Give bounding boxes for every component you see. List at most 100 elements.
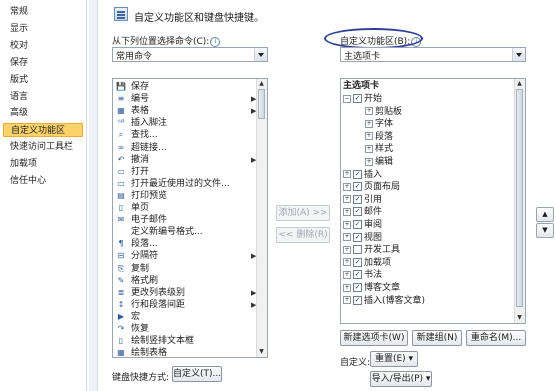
scroll-down-icon[interactable]: ▼	[258, 348, 265, 356]
expand-icon[interactable]: +	[365, 107, 373, 116]
expand-icon[interactable]: +	[343, 245, 351, 254]
expand-icon[interactable]: +	[343, 296, 351, 305]
expand-icon[interactable]: +	[343, 170, 351, 179]
commands-scrollbar[interactable]: ▲ ▼	[256, 79, 267, 357]
nav-item[interactable]: 保存	[10, 56, 28, 70]
reset-button[interactable]: 重置(E) ▾	[370, 351, 418, 367]
nav-item[interactable]: 快速访问工具栏	[10, 140, 73, 154]
tab-checkbox[interactable]: ✓	[353, 194, 362, 204]
nav-item[interactable]: 语言	[10, 90, 28, 104]
tree-item[interactable]: + ✓ 书法	[343, 269, 382, 281]
ribbon-tree-scrollbar[interactable]: ▲ ▼	[514, 79, 525, 323]
tab-checkbox[interactable]: ✓	[353, 207, 362, 217]
command-item[interactable]: ↷ 恢复	[113, 323, 257, 335]
tab-checkbox[interactable]: ✓	[353, 182, 362, 192]
command-item[interactable]: ⌕ 查找...	[113, 129, 257, 141]
command-item[interactable]: ✎ 格式刷	[113, 275, 257, 287]
tree-item[interactable]: + ✓ 页面布局	[343, 181, 400, 193]
command-item[interactable]: ▦ 表格 ▶	[113, 105, 257, 117]
tree-item[interactable]: + 段落	[365, 131, 393, 143]
tab-checkbox[interactable]: ✓	[353, 270, 362, 280]
info-icon[interactable]: i	[210, 36, 221, 47]
nav-item[interactable]: 高级	[10, 106, 28, 120]
nav-item[interactable]: 显示	[10, 22, 28, 36]
command-item[interactable]: ≡ 编号 ▶	[113, 93, 257, 105]
command-item[interactable]: ▤ 打印预览	[113, 190, 257, 202]
tab-checkbox[interactable]: ✓	[353, 295, 362, 305]
expand-icon[interactable]: +	[343, 270, 351, 279]
tab-checkbox[interactable]	[353, 245, 362, 255]
tree-item[interactable]: + ✓ 引用	[343, 194, 382, 206]
expand-icon[interactable]: +	[343, 283, 351, 292]
command-item[interactable]: ¶ 段落...	[113, 238, 257, 250]
tree-item[interactable]: + 编辑	[365, 156, 393, 168]
nav-item[interactable]: 信任中心	[10, 174, 46, 188]
command-item[interactable]: ⊟ 分隔符 ▶	[113, 250, 257, 262]
collapse-icon[interactable]: −	[343, 94, 351, 103]
expand-icon[interactable]: +	[365, 157, 373, 166]
tab-checkbox[interactable]: ✓	[353, 94, 362, 103]
scroll-thumb[interactable]	[516, 89, 523, 307]
command-item[interactable]: ↶ 撤消 ▶	[113, 154, 257, 166]
tree-item[interactable]: + ✓ 插入	[343, 169, 382, 181]
expand-icon[interactable]: +	[343, 207, 351, 216]
command-item[interactable]: ▭ 打开	[113, 166, 257, 178]
expand-icon[interactable]: +	[343, 195, 351, 204]
tree-item[interactable]: + ✓ 加载项	[343, 257, 391, 269]
new-group-button[interactable]: 新建组(N)	[412, 330, 462, 346]
customize-ribbon-dropdown[interactable]: 主选项卡	[340, 47, 526, 62]
command-item[interactable]: ✉ 电子邮件	[113, 214, 257, 226]
choose-commands-dropdown[interactable]: 常用命令	[112, 47, 268, 62]
customize-shortcuts-button[interactable]: 自定义(T)...	[172, 366, 222, 382]
command-item[interactable]: 💾 保存	[113, 81, 257, 93]
scroll-down-icon[interactable]: ▼	[516, 314, 523, 322]
nav-item[interactable]: 校对	[10, 39, 28, 53]
nav-item[interactable]: 版式	[10, 73, 28, 87]
remove-button[interactable]: << 删除(R)	[276, 227, 330, 243]
expand-icon[interactable]: +	[365, 144, 373, 153]
tab-checkbox[interactable]: ✓	[353, 232, 362, 242]
command-item[interactable]: ⎘ 复制	[113, 263, 257, 275]
tab-checkbox[interactable]: ✓	[353, 283, 362, 292]
scroll-thumb[interactable]	[258, 89, 265, 119]
command-item[interactable]: ▦ 绘制表格	[113, 347, 257, 357]
tab-checkbox[interactable]: ✓	[353, 220, 362, 229]
tree-item[interactable]: − ✓ 开始	[343, 93, 382, 105]
command-item[interactable]: ↕ 行和段落间距 ▶	[113, 299, 257, 311]
import-export-button[interactable]: 导入/导出(P) ▾	[370, 371, 432, 387]
command-item[interactable]: ▭ 打开最近使用过的文件...	[113, 178, 257, 190]
expand-icon[interactable]: +	[343, 220, 351, 229]
scroll-up-icon[interactable]: ▲	[516, 80, 523, 88]
ribbon-tree[interactable]: 主选项卡 ▲ ▼ − ✓ 开始 + 剪贴板 + 字体 + 段落 + 样式 + 编辑 + ✓ 插入 + ✓ 页面布局 +…	[340, 78, 526, 324]
tree-item[interactable]: + ✓ 审阅	[343, 219, 382, 231]
nav-item[interactable]: 常规	[10, 5, 28, 19]
tree-item[interactable]: + 样式	[365, 143, 393, 155]
expand-icon[interactable]: +	[343, 182, 351, 191]
tab-checkbox[interactable]: ✓	[353, 169, 362, 179]
command-item[interactable]: ∞ 超链接...	[113, 142, 257, 154]
command-item[interactable]: ▯ 单页	[113, 202, 257, 214]
command-item[interactable]: ᴬᴮ 插入脚注	[113, 117, 257, 129]
command-item[interactable]: ▯ 绘制竖排文本框	[113, 335, 257, 347]
new-tab-button[interactable]: 新建选项卡(W)	[340, 330, 408, 346]
expand-icon[interactable]: +	[343, 233, 351, 242]
tree-item[interactable]: + 开发工具	[343, 244, 400, 256]
scroll-up-icon[interactable]: ▲	[258, 80, 265, 88]
tree-item[interactable]: + ✓ 博客文章	[343, 282, 400, 294]
command-item[interactable]: 定义新编号格式...	[113, 226, 257, 238]
tree-item[interactable]: + ✓ 视图	[343, 232, 382, 244]
move-up-button[interactable]: ▲	[536, 207, 554, 222]
tab-checkbox[interactable]: ✓	[353, 257, 362, 267]
expand-icon[interactable]: +	[343, 258, 351, 267]
nav-item[interactable]: 加载项	[10, 157, 37, 171]
nav-item[interactable]: 自定义功能区	[3, 123, 83, 138]
move-down-button[interactable]: ▼	[536, 223, 554, 238]
commands-list[interactable]: ▲ ▼ 💾 保存 ≡ 编号 ▶ ▦ 表格 ▶ ᴬᴮ 插入脚注 ⌕ 查找... ∞ 超链接... ↶ 撤消 ▶ ▭ 打…	[112, 78, 268, 358]
tree-item[interactable]: + 剪贴板	[365, 106, 402, 118]
tree-item[interactable]: + ✓ 插入(博客文章)	[343, 295, 425, 307]
command-item[interactable]: ≣ 更改列表级别 ▶	[113, 287, 257, 299]
expand-icon[interactable]: +	[365, 119, 373, 128]
command-item[interactable]: ▶ 宏	[113, 311, 257, 323]
add-button[interactable]: 添加(A) >>	[276, 205, 330, 221]
rename-button[interactable]: 重命名(M)...	[466, 330, 526, 346]
